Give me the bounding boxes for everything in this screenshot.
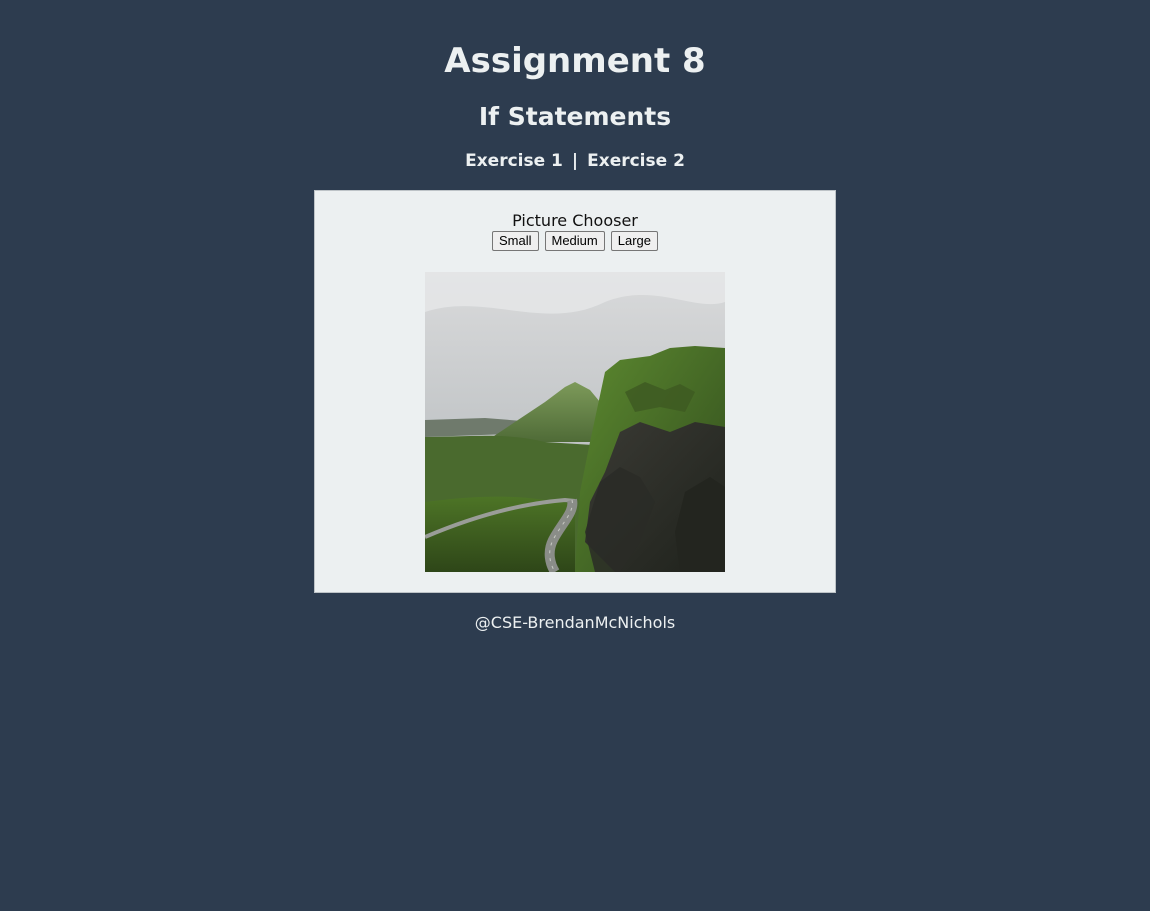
page-subtitle: If Statements: [478, 102, 672, 131]
page-title: Assignment 8: [444, 41, 706, 81]
mountain-road-image: [425, 272, 725, 572]
picture-chooser-title: Picture Chooser: [512, 211, 638, 230]
size-button-group: Small Medium Large: [315, 231, 835, 251]
exercise-nav: Exercise 1 | Exercise 2: [0, 149, 1150, 173]
large-button[interactable]: Large: [610, 231, 658, 251]
nav-link-exercise-1[interactable]: Exercise 1: [465, 151, 563, 171]
medium-button[interactable]: Medium: [544, 231, 605, 251]
picture-chooser-panel: Picture Chooser Small Medium Large: [314, 190, 836, 593]
landscape-photo: [425, 272, 725, 572]
small-button[interactable]: Small: [491, 231, 539, 251]
nav-separator: |: [571, 151, 579, 171]
nav-link-exercise-2[interactable]: Exercise 2: [587, 151, 685, 171]
footer-credit: @CSE-BrendanMcNichols: [474, 613, 676, 632]
